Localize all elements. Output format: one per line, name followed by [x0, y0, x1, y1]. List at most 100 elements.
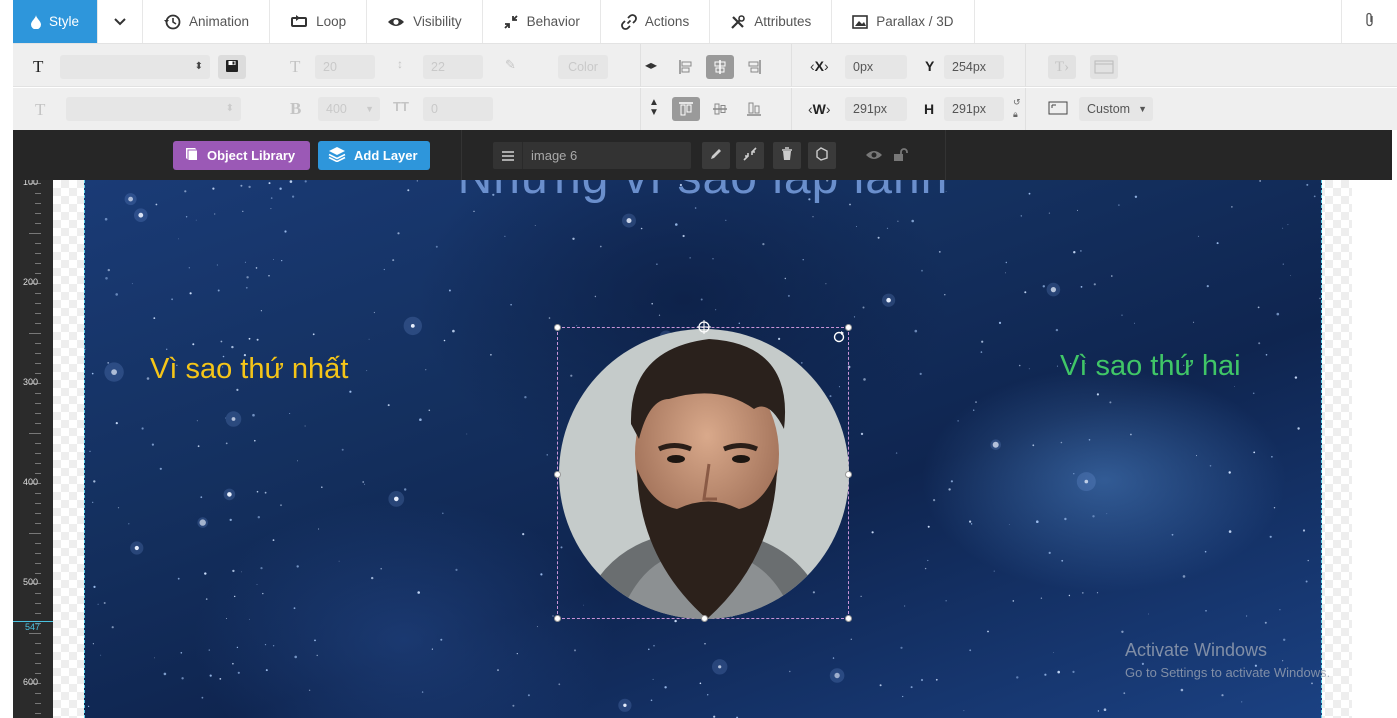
resize-handle[interactable]: [845, 615, 852, 622]
y-position-field[interactable]: 254px: [944, 55, 1004, 79]
book-icon: [183, 146, 199, 165]
move-handle-icon[interactable]: [697, 320, 711, 337]
line-height-icon: ↕: [397, 57, 403, 71]
ruler-tick: [35, 493, 41, 494]
tab-label: Attributes: [754, 14, 812, 29]
layer-name-field[interactable]: image 6: [493, 142, 691, 169]
x-position-field[interactable]: 0px: [845, 55, 907, 79]
loop-icon: [290, 14, 308, 29]
valign-middle-icon: [713, 103, 727, 115]
ruler-tick: [35, 703, 41, 704]
layer-name: image 6: [531, 148, 578, 163]
image-icon: [852, 14, 869, 29]
compress-icon: [743, 147, 757, 164]
ruler-tick: [35, 263, 41, 264]
text-transform-button[interactable]: T›: [1048, 55, 1076, 79]
trash-icon: [781, 147, 793, 164]
lock-ratio-icon[interactable]: ↺ 🔒︎: [1013, 96, 1021, 120]
valign-middle-button[interactable]: [706, 97, 734, 121]
height-field[interactable]: 291px: [944, 97, 1004, 121]
width-field[interactable]: 291px: [845, 97, 907, 121]
tab-parallax[interactable]: Parallax / 3D: [832, 0, 975, 43]
align-center-button[interactable]: [706, 55, 734, 79]
letter-spacing-field[interactable]: 0: [423, 97, 493, 121]
resize-handle[interactable]: [554, 471, 561, 478]
color-field[interactable]: Color: [558, 55, 608, 79]
y-label: Y: [925, 58, 935, 74]
ruler-tick: [35, 513, 41, 514]
align-right-button[interactable]: [740, 55, 768, 79]
font-variant-select[interactable]: ⬍: [66, 97, 241, 121]
divider: [461, 130, 462, 180]
paperclip-icon: [1364, 12, 1376, 31]
ruler-tick: [35, 453, 41, 454]
tab-animation[interactable]: Animation: [143, 0, 271, 43]
object-library-button[interactable]: Object Library: [173, 141, 310, 170]
add-layer-button[interactable]: Add Layer: [318, 141, 430, 170]
valign-top-button[interactable]: [672, 97, 700, 121]
attachment-button[interactable]: [1341, 0, 1397, 43]
ruler-position-label: 547: [25, 622, 41, 632]
toggle-visibility-button[interactable]: [864, 146, 884, 166]
ruler-tick: [35, 403, 41, 404]
line-height-field[interactable]: 22: [423, 55, 483, 79]
ruler-tick: [35, 393, 41, 394]
eye-icon: [865, 149, 883, 164]
resize-handle[interactable]: [701, 615, 708, 622]
ruler-tick: [35, 303, 41, 304]
font-weight-select[interactable]: 400 ▼: [318, 97, 380, 121]
duplicate-layer-button[interactable]: [808, 142, 836, 169]
divider: [1025, 44, 1026, 87]
text-layer-right[interactable]: Vì sao thứ hai: [1060, 350, 1241, 383]
selected-image-layer[interactable]: [554, 320, 852, 622]
valign-bottom-button[interactable]: [740, 97, 768, 121]
resize-handle[interactable]: [554, 615, 561, 622]
reset-size-button[interactable]: [736, 142, 764, 169]
font-size-field[interactable]: 20: [315, 55, 375, 79]
grid-guide-left: [84, 180, 85, 718]
save-style-button[interactable]: [218, 55, 246, 79]
resize-handle[interactable]: [845, 324, 852, 331]
w-label: ‹W›: [808, 101, 831, 117]
menu-icon[interactable]: [493, 142, 523, 169]
tab-label: Visibility: [413, 14, 462, 29]
ruler-tick: [35, 643, 41, 644]
ruler-label: 300: [23, 377, 39, 387]
style-dropdown-button[interactable]: [98, 0, 144, 43]
tab-actions[interactable]: Actions: [601, 0, 711, 43]
tab-label: Actions: [644, 14, 690, 29]
size-mode-select[interactable]: Custom ▼: [1079, 97, 1153, 121]
ruler-tick: [35, 653, 41, 654]
resize-handle[interactable]: [554, 324, 561, 331]
tab-attributes[interactable]: Attributes: [710, 0, 833, 43]
ruler-label: 600: [23, 677, 39, 687]
text-layer-left[interactable]: Vì sao thứ nhất: [150, 353, 348, 386]
size-mode-icon: [1048, 101, 1068, 118]
font-family-select[interactable]: ⬍: [60, 55, 210, 79]
ruler-tick: [35, 293, 41, 294]
text-transform-icon: T›: [1054, 58, 1070, 75]
align-left-button[interactable]: [672, 55, 700, 79]
tab-style[interactable]: Style: [13, 0, 99, 43]
rotate-handle-icon[interactable]: [833, 331, 845, 346]
overflow-button[interactable]: [1090, 55, 1118, 79]
tab-loop[interactable]: Loop: [270, 0, 368, 43]
ruler-tick: [35, 213, 41, 214]
tab-visibility[interactable]: Visibility: [367, 0, 483, 43]
toggle-lock-button[interactable]: [891, 146, 911, 166]
edit-layer-button[interactable]: [702, 142, 730, 169]
ruler-tick: [35, 203, 41, 204]
slide-heading-layer[interactable]: Những vì sao lấp lánh: [84, 180, 1322, 205]
delete-layer-button[interactable]: [773, 142, 801, 169]
ruler-label: 500: [23, 577, 39, 587]
tab-behavior[interactable]: Behavior: [483, 0, 601, 43]
tools-icon: [730, 14, 746, 30]
text-type-icon: T: [33, 57, 44, 76]
font-size-icon: T: [290, 57, 301, 76]
ruler-tick: [35, 603, 41, 604]
ruler-tick: [35, 553, 41, 554]
ruler-tick: [35, 243, 41, 244]
resize-handle[interactable]: [845, 471, 852, 478]
pencil-icon: [709, 147, 723, 164]
pencil-icon: ✎: [505, 57, 516, 72]
